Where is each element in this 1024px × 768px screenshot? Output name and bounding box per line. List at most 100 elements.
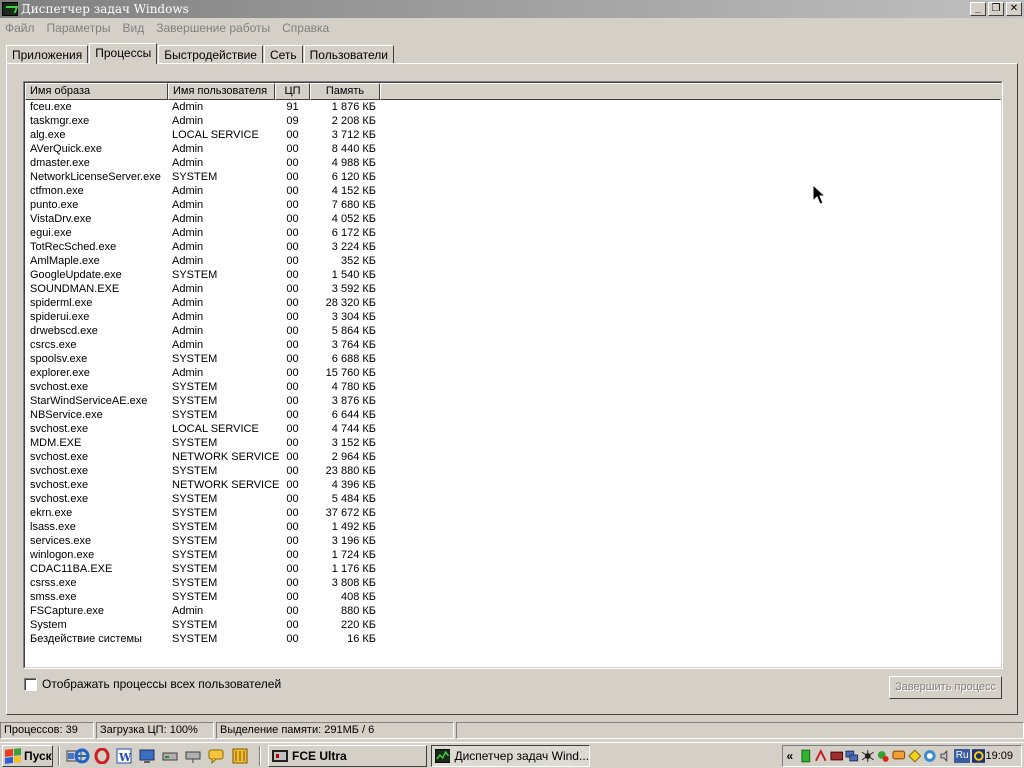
process-row[interactable]: fceu.exe Admin 91 1 876 КБ <box>25 100 1001 114</box>
process-row[interactable]: NetworkLicenseServer.exe SYSTEM 00 6 120 КБ <box>25 170 1001 184</box>
opera-icon[interactable] <box>94 748 110 764</box>
process-row[interactable]: ekrn.exe SYSTEM 00 37 672 КБ <box>25 506 1001 520</box>
taskbar-task-fce-ultra[interactable]: FCE Ultra <box>268 745 427 767</box>
process-cpu: 00 <box>286 549 299 561</box>
process-row[interactable]: taskmgr.exe Admin 09 2 208 КБ <box>25 114 1001 128</box>
process-memory: 16 КБ <box>347 633 376 645</box>
process-memory: 408 КБ <box>340 591 376 603</box>
security-icon[interactable] <box>907 749 922 763</box>
process-row[interactable]: AVerQuick.exe Admin 00 8 440 КБ <box>25 142 1001 156</box>
process-row[interactable]: services.exe SYSTEM 00 3 196 КБ <box>25 534 1001 548</box>
title-bar[interactable]: Диспетчер задач Windows _ ❐ ✕ <box>0 0 1024 18</box>
process-row[interactable]: spiderml.exe Admin 00 28 320 КБ <box>25 296 1001 310</box>
process-memory: 37 672 КБ <box>325 507 376 519</box>
process-row[interactable]: StarWindServiceAE.exe SYSTEM 00 3 876 КБ <box>25 394 1001 408</box>
tab-performance[interactable]: Быстродействие <box>158 45 263 64</box>
process-row[interactable]: svchost.exe SYSTEM 00 4 780 КБ <box>25 380 1001 394</box>
messenger-icon[interactable] <box>208 748 224 764</box>
language-indicator[interactable]: Ru <box>954 749 970 763</box>
pen-icon[interactable] <box>814 749 828 763</box>
tab-users[interactable]: Пользователи <box>303 45 394 64</box>
volume-icon[interactable] <box>939 749 953 763</box>
process-row[interactable]: spiderui.exe Admin 00 3 304 КБ <box>25 310 1001 324</box>
show-all-users-option[interactable]: Отображать процессы всех пользователей <box>24 677 281 691</box>
process-row[interactable]: explorer.exe Admin 00 15 760 КБ <box>25 366 1001 380</box>
process-row[interactable]: winlogon.exe SYSTEM 00 1 724 КБ <box>25 548 1001 562</box>
clock[interactable]: 19:09 <box>985 750 1013 762</box>
monitor-icon[interactable] <box>139 748 155 764</box>
network-drive-icon[interactable] <box>185 748 201 764</box>
process-cpu: 91 <box>286 101 299 113</box>
menu-help[interactable]: Справка <box>276 21 335 35</box>
process-row[interactable]: Бездействие системы SYSTEM 00 16 КБ <box>25 632 1001 646</box>
process-row[interactable]: SOUNDMAN.EXE Admin 00 3 592 КБ <box>25 282 1001 296</box>
column-header-image-name[interactable]: Имя образа <box>25 83 168 100</box>
column-header-cpu[interactable]: ЦП <box>275 83 310 100</box>
process-row[interactable]: FSCapture.exe Admin 00 880 КБ <box>25 604 1001 618</box>
process-memory: 6 172 КБ <box>331 227 376 239</box>
antivirus-disabled-icon[interactable] <box>876 749 890 763</box>
column-header-memory[interactable]: Память <box>310 83 380 100</box>
tab-applications[interactable]: Приложения <box>6 45 89 64</box>
process-row[interactable]: AmlMaple.exe Admin 00 352 КБ <box>25 254 1001 268</box>
process-row[interactable]: TotRecSched.exe Admin 00 3 224 КБ <box>25 240 1001 254</box>
window-controls: _ ❐ ✕ <box>970 2 1022 16</box>
punto-switcher-icon[interactable] <box>971 749 986 763</box>
close-button[interactable]: ✕ <box>1006 2 1022 16</box>
menu-view[interactable]: Вид <box>116 21 150 35</box>
minimize-button[interactable]: _ <box>970 2 986 16</box>
internet-explorer-icon[interactable] <box>74 748 90 764</box>
process-row[interactable]: svchost.exe LOCAL SERVICE 00 4 744 КБ <box>25 422 1001 436</box>
maximize-button[interactable]: ❐ <box>988 2 1004 16</box>
process-row[interactable]: svchost.exe SYSTEM 00 5 484 КБ <box>25 492 1001 506</box>
process-row[interactable]: svchost.exe NETWORK SERVICE 00 2 964 КБ <box>25 450 1001 464</box>
network-icon[interactable] <box>845 749 859 763</box>
process-row[interactable]: csrss.exe SYSTEM 00 3 808 КБ <box>25 576 1001 590</box>
process-user-name: Admin <box>172 227 204 239</box>
process-row[interactable]: dmaster.exe Admin 00 4 988 КБ <box>25 156 1001 170</box>
status-memory-commit: Выделение памяти: 291МБ / 6 <box>216 722 454 739</box>
eset-icon[interactable] <box>923 749 937 763</box>
tab-network[interactable]: Сеть <box>263 45 303 64</box>
process-row[interactable]: csrcs.exe Admin 00 3 764 КБ <box>25 338 1001 352</box>
drive-icon[interactable] <box>162 748 178 764</box>
column-header-user-name[interactable]: Имя пользователя <box>168 83 275 100</box>
process-list[interactable]: Имя образа Имя пользователя ЦП Память fc… <box>23 81 1003 669</box>
show-hidden-icons-button[interactable]: « <box>783 749 797 763</box>
spider-icon[interactable] <box>861 749 875 763</box>
process-row[interactable]: GoogleUpdate.exe SYSTEM 00 1 540 КБ <box>25 268 1001 282</box>
process-row[interactable]: alg.exe LOCAL SERVICE 00 3 712 КБ <box>25 128 1001 142</box>
process-memory: 3 304 КБ <box>331 311 376 323</box>
chat-icon[interactable] <box>892 749 906 763</box>
process-user-name: Admin <box>172 115 204 127</box>
process-row[interactable]: MDM.EXE SYSTEM 00 3 152 КБ <box>25 436 1001 450</box>
process-row[interactable]: smss.exe SYSTEM 00 408 КБ <box>25 590 1001 604</box>
menu-options[interactable]: Параметры <box>41 21 117 35</box>
process-row[interactable]: CDAC11BA.EXE SYSTEM 00 1 176 КБ <box>25 562 1001 576</box>
process-row[interactable]: VistaDrv.exe Admin 00 4 052 КБ <box>25 212 1001 226</box>
menu-file[interactable]: Файл <box>0 21 41 35</box>
start-button[interactable]: Пуск <box>2 745 53 767</box>
process-row[interactable]: punto.exe Admin 00 7 680 КБ <box>25 198 1001 212</box>
process-row[interactable]: System SYSTEM 00 220 КБ <box>25 618 1001 632</box>
process-user-name: SYSTEM <box>172 353 218 365</box>
tab-processes[interactable]: Процессы <box>89 43 158 64</box>
process-memory: 6 688 КБ <box>331 353 376 365</box>
process-row[interactable]: lsass.exe SYSTEM 00 1 492 КБ <box>25 520 1001 534</box>
process-row[interactable]: svchost.exe SYSTEM 00 23 880 КБ <box>25 464 1001 478</box>
end-process-button[interactable]: Завершить процесс <box>889 676 1002 699</box>
process-row[interactable]: ctfmon.exe Admin 00 4 152 КБ <box>25 184 1001 198</box>
process-row[interactable]: svchost.exe NETWORK SERVICE 00 4 396 КБ <box>25 478 1001 492</box>
process-row[interactable]: egui.exe Admin 00 6 172 КБ <box>25 226 1001 240</box>
tv-tuner-icon[interactable] <box>830 749 844 763</box>
process-row[interactable]: spoolsv.exe SYSTEM 00 6 688 КБ <box>25 352 1001 366</box>
show-all-users-checkbox[interactable] <box>24 677 37 691</box>
menu-shutdown[interactable]: Завершение работы <box>150 21 276 35</box>
process-cpu: 00 <box>286 311 299 323</box>
word-icon[interactable]: W <box>116 748 132 764</box>
fastone-capture-icon[interactable] <box>232 748 248 764</box>
green-bar-icon[interactable] <box>799 749 813 763</box>
process-row[interactable]: NBService.exe SYSTEM 00 6 644 КБ <box>25 408 1001 422</box>
taskbar-task-task-manager[interactable]: Диспетчер задач Wind... <box>431 745 590 767</box>
process-row[interactable]: drwebscd.exe Admin 00 5 864 КБ <box>25 324 1001 338</box>
